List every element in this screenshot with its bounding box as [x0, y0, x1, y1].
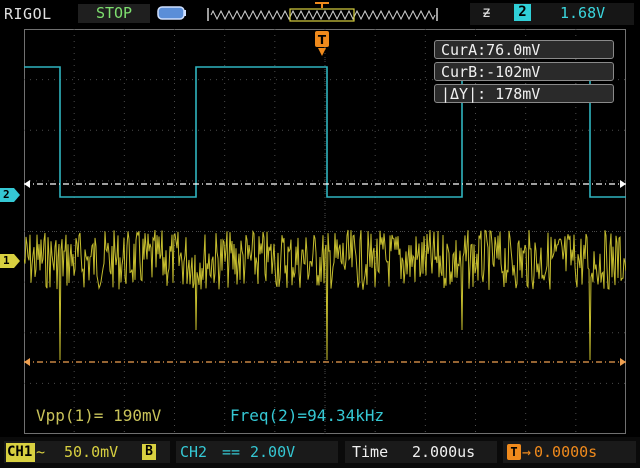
ch2-label: CH2 — [180, 443, 208, 461]
ch1-waveform — [24, 229, 626, 361]
trigger-offset-icon: T — [507, 444, 521, 460]
cursor-b-readout: CurB:-102mV — [434, 62, 614, 81]
trigger-offset-value: 0.0000s — [534, 443, 598, 461]
svg-text:T: T — [318, 33, 327, 47]
trigger-position-icon[interactable]: T — [315, 31, 329, 57]
cursor-a-readout: CurA:76.0mV — [434, 40, 614, 59]
measurement-vpp: Vpp(1)= 190mV — [36, 406, 162, 425]
trigger-edge-icon: ƶ — [482, 3, 492, 21]
brand-logo: RIGOL — [4, 5, 52, 23]
run-status-indicator[interactable]: STOP — [78, 4, 150, 23]
trigger-level-value: 1.68V — [560, 4, 606, 22]
trigger-source-badge: 2 — [514, 4, 531, 21]
timebase-label: Time — [352, 443, 389, 461]
measurement-frequency: Freq(2)=94.34kHz — [230, 406, 385, 425]
ch1-offset-marker[interactable]: 1 — [0, 254, 20, 268]
ch1-coupling-icon: ~ — [36, 443, 46, 461]
ch2-coupling-icon: == — [222, 443, 241, 461]
ch1-scale-value: 50.0mV — [64, 443, 119, 461]
ch2-offset-marker[interactable]: 2 — [0, 188, 20, 202]
cursor-delta-readout: |ΔY|: 178mV — [434, 84, 614, 103]
ch1-label: CH1 — [6, 443, 35, 462]
trigger-status-panel[interactable] — [470, 3, 634, 25]
timebase-value: 2.000us — [412, 443, 476, 461]
ch2-scale-value: 2.00V — [250, 443, 296, 461]
memory-depth-indicator[interactable] — [205, 2, 440, 26]
ch1-bandwidth-limit-icon: B — [142, 444, 156, 460]
trigger-offset-arrow-icon: → — [522, 443, 532, 461]
storage-icon — [157, 6, 186, 20]
